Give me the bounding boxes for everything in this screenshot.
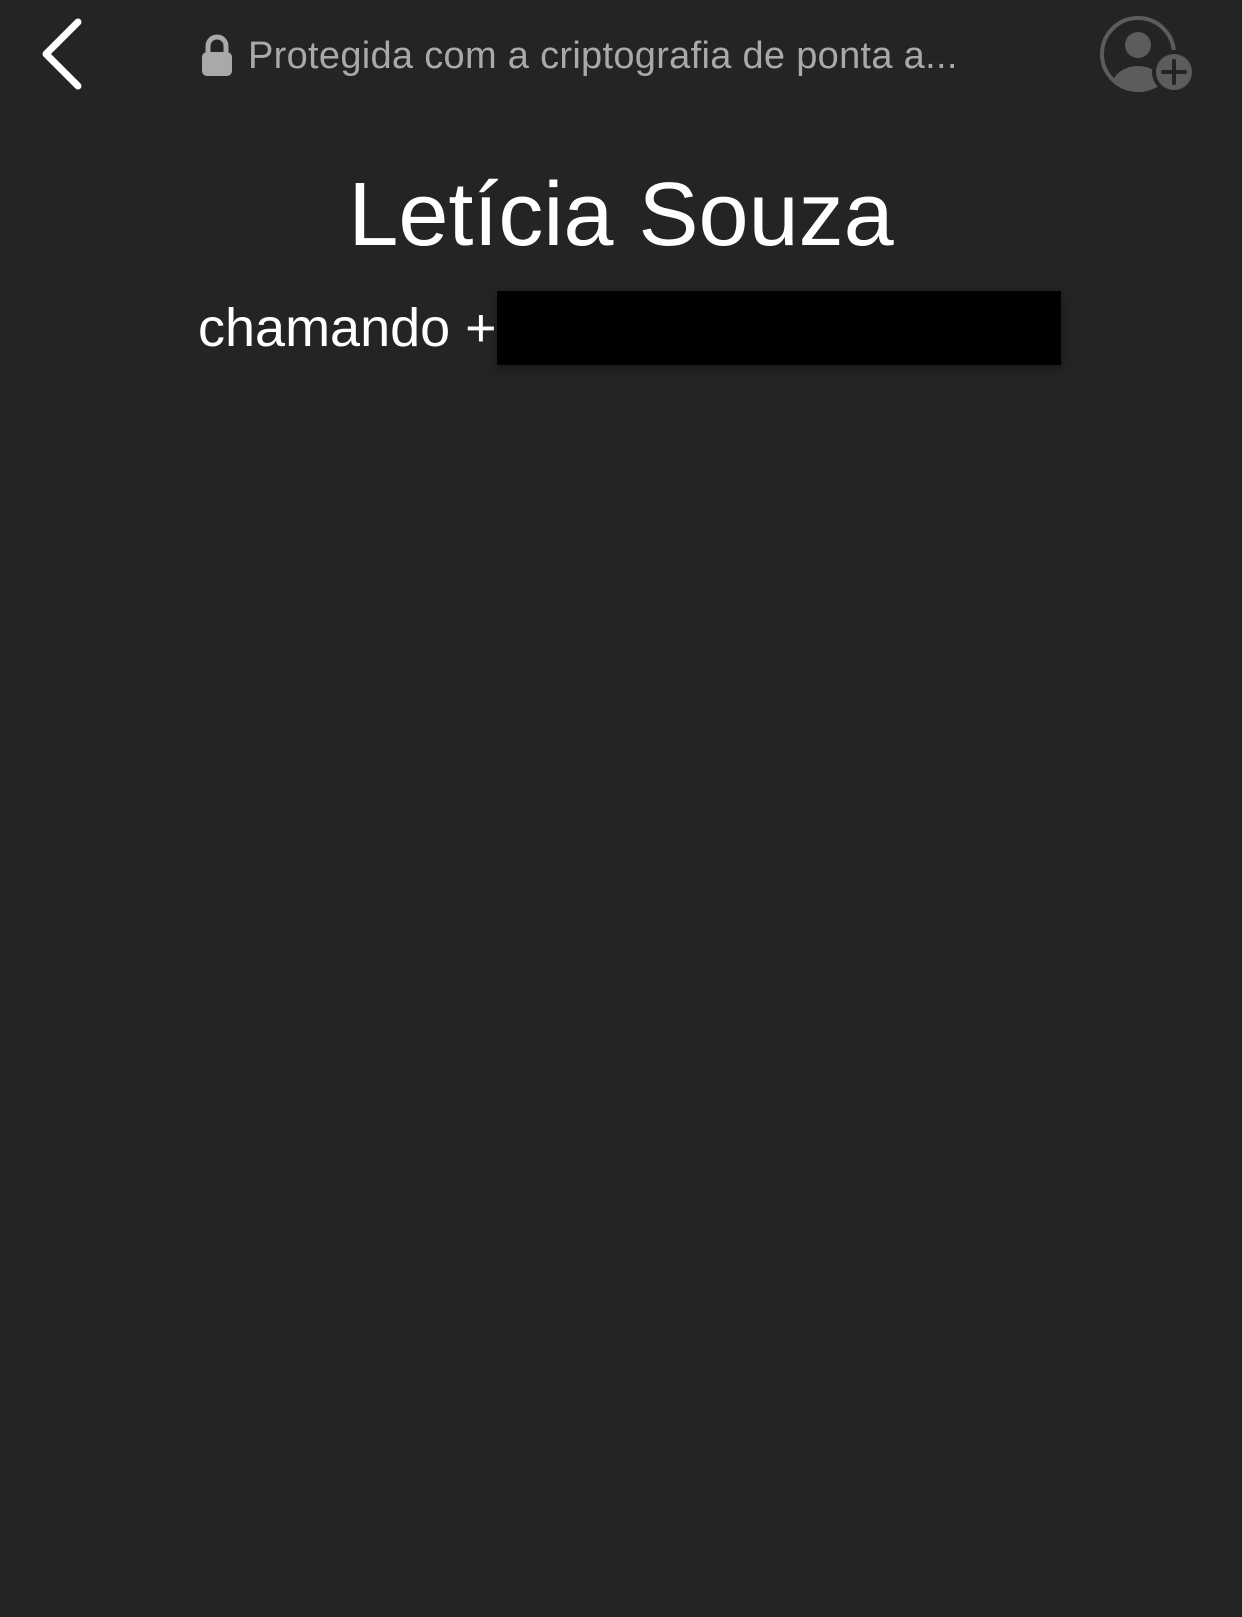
encryption-notice[interactable]: Protegida com a criptografia de ponta a.… (200, 30, 1030, 82)
lock-icon (202, 34, 232, 76)
encryption-notice-text: Protegida com a criptografia de ponta a.… (248, 34, 958, 77)
top-bar: Protegida com a criptografia de ponta a.… (0, 0, 1242, 110)
caller-name: Letícia Souza (348, 165, 894, 265)
redacted-phone-number (496, 291, 1061, 365)
back-button[interactable] (30, 14, 100, 94)
call-status: chamando + (198, 290, 1061, 366)
chevron-left-icon (42, 18, 82, 90)
call-status-text: chamando + (198, 298, 497, 358)
add-contact-button[interactable] (1094, 12, 1198, 96)
add-person-icon (1100, 16, 1196, 94)
